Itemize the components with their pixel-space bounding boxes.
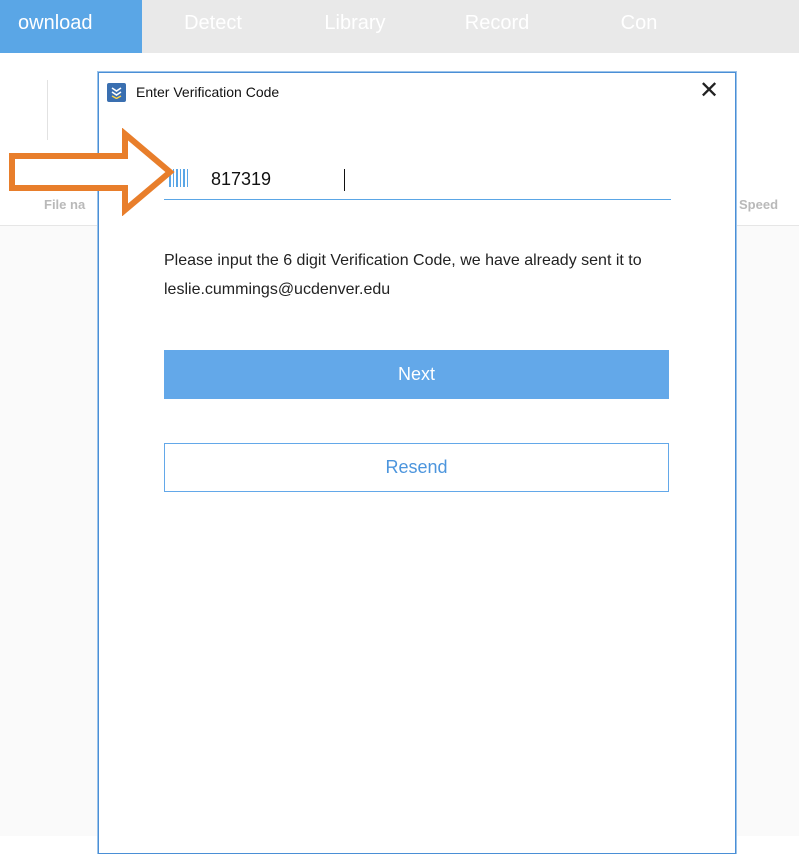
instruction-message: Please input the 6 digit Verification Co… <box>164 252 642 298</box>
arrow-annotation <box>9 128 175 216</box>
tab-library-label: Library <box>324 12 386 34</box>
tab-convert-label: Con <box>620 12 658 34</box>
app-logo-icon <box>107 83 126 102</box>
tab-convert[interactable]: Con <box>568 0 710 53</box>
tab-detect-label: Detect <box>184 12 242 34</box>
tab-library[interactable]: Library <box>284 0 426 53</box>
text-caret <box>344 169 345 191</box>
tab-download-label: ownload <box>18 12 93 34</box>
dialog-titlebar: Enter Verification Code ✕ <box>99 73 735 111</box>
top-navigation: ownload Detect Library Record Con <box>0 0 799 53</box>
next-button[interactable]: Next <box>164 350 669 399</box>
tab-download[interactable]: ownload <box>0 0 142 53</box>
resend-button[interactable]: Resend <box>164 443 669 492</box>
tab-record-label: Record <box>464 12 530 34</box>
close-button[interactable]: ✕ <box>697 79 721 103</box>
tab-detect[interactable]: Detect <box>142 0 284 53</box>
close-icon: ✕ <box>698 77 720 104</box>
verification-code-input[interactable] <box>211 163 651 195</box>
column-speed[interactable]: Speed <box>739 197 778 212</box>
verification-code-field[interactable] <box>164 163 671 200</box>
dialog-title: Enter Verification Code <box>136 84 280 100</box>
tab-record[interactable]: Record <box>426 0 568 53</box>
